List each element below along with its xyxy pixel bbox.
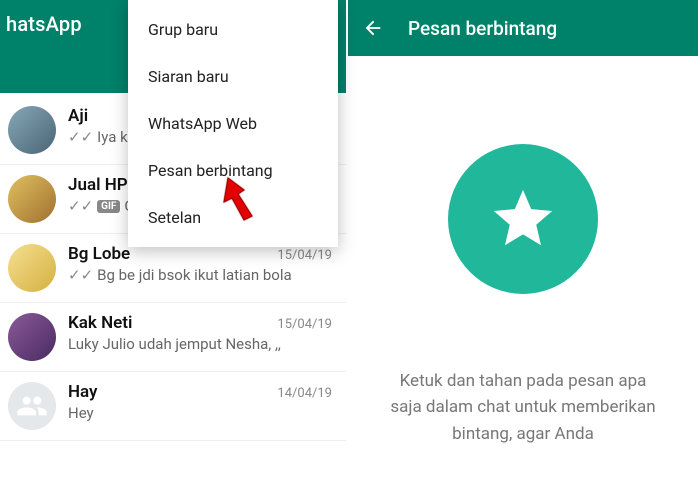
chat-date: 15/04/19 xyxy=(277,317,332,332)
chat-name: Hay xyxy=(68,382,97,402)
starred-header: Pesan berbintang xyxy=(348,0,698,56)
chat-message: Bg be jdi bsok ikut latian bola xyxy=(97,266,292,284)
menu-item-new-broadcast[interactable]: Siaran baru xyxy=(128,53,338,100)
app-title: hatsApp xyxy=(6,12,82,36)
group-icon xyxy=(16,390,48,422)
chat-name: Bg Lobe xyxy=(68,244,130,264)
overflow-menu: Grup baru Siaran baru WhatsApp Web Pesan… xyxy=(128,0,338,247)
star-illustration xyxy=(448,144,598,294)
menu-item-whatsapp-web[interactable]: WhatsApp Web xyxy=(128,100,338,147)
starred-empty-state: Ketuk dan tahan pada pesan apa saja dala… xyxy=(348,56,698,447)
double-check-icon: ✓✓ xyxy=(68,197,93,215)
gif-badge: GIF xyxy=(97,200,120,213)
chat-item[interactable]: Hay 14/04/19 Hey xyxy=(0,372,346,441)
double-check-icon: ✓✓ xyxy=(68,128,93,146)
menu-item-new-group[interactable]: Grup baru xyxy=(128,6,338,53)
arrow-left-icon xyxy=(362,17,384,39)
chat-date: 15/04/19 xyxy=(277,248,332,263)
chat-name: Jual HP xyxy=(68,175,128,195)
avatar xyxy=(8,106,56,154)
page-title: Pesan berbintang xyxy=(408,17,557,40)
starred-messages-screen: Pesan berbintang Ketuk dan tahan pada pe… xyxy=(348,0,698,500)
chat-list-screen: hatsApp CHAT Aji ✓✓Iya kau la Jual HP ✓✓… xyxy=(0,0,348,500)
chat-date: 14/04/19 xyxy=(277,386,332,401)
avatar xyxy=(8,313,56,361)
star-icon xyxy=(488,184,558,254)
chat-item[interactable]: Kak Neti 15/04/19 Luky Julio udah jemput … xyxy=(0,303,346,372)
avatar xyxy=(8,175,56,223)
chat-name: Kak Neti xyxy=(68,313,132,333)
chat-message: Luky Julio udah jemput Nesha, ,, xyxy=(68,335,281,353)
menu-item-starred-messages[interactable]: Pesan berbintang xyxy=(128,147,338,194)
empty-state-text: Ketuk dan tahan pada pesan apa saja dala… xyxy=(348,368,698,447)
menu-item-settings[interactable]: Setelan xyxy=(128,194,338,241)
avatar xyxy=(8,244,56,292)
double-check-icon: ✓✓ xyxy=(68,266,93,284)
chat-name: Aji xyxy=(68,106,88,126)
avatar xyxy=(8,382,56,430)
chat-message: Hey xyxy=(68,404,94,422)
back-button[interactable] xyxy=(362,17,384,39)
